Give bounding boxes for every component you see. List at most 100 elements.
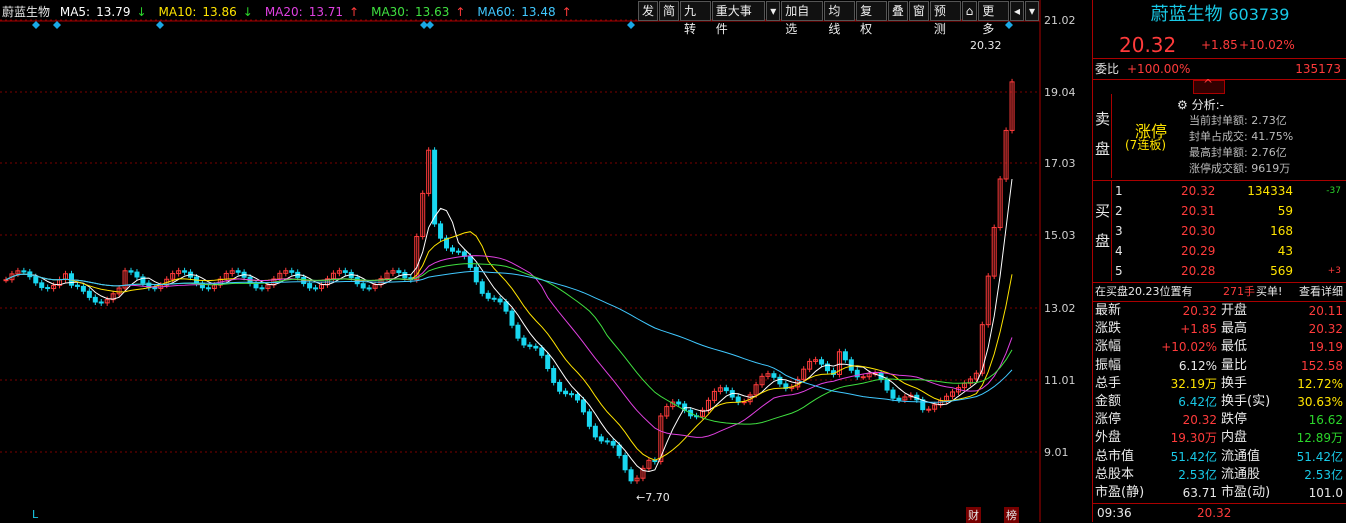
y-axis-label: 11.01 — [1044, 374, 1076, 387]
candle — [438, 223, 444, 239]
y-axis-label: 9.01 — [1044, 446, 1069, 459]
candle — [98, 301, 104, 304]
tick-price: 20.32 — [1197, 506, 1232, 520]
kline-svg[interactable] — [0, 0, 1092, 522]
candle — [80, 285, 86, 292]
candle — [616, 444, 622, 456]
candle — [182, 270, 188, 273]
candle — [884, 379, 890, 391]
gear-icon: ⚙ — [1177, 98, 1188, 112]
candle — [253, 282, 259, 289]
candle — [235, 270, 241, 273]
toolbar-button[interactable]: 简 — [659, 1, 680, 21]
candle — [33, 276, 39, 284]
tick-row: 09:36 20.32 — [1093, 504, 1346, 522]
toolbar-button[interactable]: ◂ — [1009, 1, 1024, 21]
stat-row: 金额 6.42亿 换手(实) 30.63% — [1095, 394, 1343, 409]
candle — [592, 425, 598, 438]
candle — [503, 301, 509, 312]
arrow-up-icon: ↑ — [455, 5, 466, 19]
stock-code: 603739 — [1228, 5, 1290, 24]
ma-legend-item: MA5: 13.79 ↓ — [59, 5, 147, 19]
candle — [860, 376, 866, 379]
stat-row: 总股本 2.53亿 流通股 2.53亿 — [1095, 466, 1343, 482]
stat-row: 振幅 6.12% 量比 152.58 — [1095, 357, 1343, 373]
event-marker-icon[interactable] — [627, 21, 635, 29]
event-marker-icon[interactable] — [156, 21, 164, 29]
view-details-link[interactable]: 查看详细 — [1299, 283, 1343, 301]
candle — [527, 344, 533, 347]
toolbar-button[interactable]: 窗 — [908, 1, 929, 21]
candle — [604, 440, 610, 443]
toolbar-button[interactable]: 重大事件 — [711, 1, 766, 36]
toolbar-button[interactable]: ▾ — [1024, 1, 1039, 21]
candle — [205, 287, 211, 290]
candle — [515, 324, 521, 339]
candle — [723, 387, 729, 392]
event-marker-icon[interactable] — [426, 21, 434, 29]
finance-tag[interactable]: 财 — [966, 507, 981, 523]
candle — [890, 389, 896, 399]
candle — [152, 287, 158, 290]
toolbar-button[interactable]: ▾ — [766, 1, 781, 21]
candle — [92, 296, 98, 303]
candle — [920, 399, 926, 411]
candle — [598, 436, 604, 442]
candle — [45, 287, 51, 290]
buy-level-row[interactable]: 3 20.30 168 — [1093, 222, 1346, 240]
analysis-title: ⚙ 分析:- — [1177, 98, 1224, 112]
stat-row: 总手 32.19万 换手 12.72% — [1095, 375, 1343, 391]
toolbar-button[interactable]: 九转 — [680, 1, 711, 36]
collapse-toggle[interactable]: ^ — [1193, 77, 1225, 94]
candle — [259, 287, 265, 290]
buy-level-row[interactable]: 4 20.29 43 — [1093, 242, 1346, 260]
candle — [574, 394, 580, 401]
toolbar-button[interactable]: 均线 — [824, 1, 856, 36]
toolbar-button[interactable]: 复权 — [856, 1, 887, 36]
tick-time: 09:36 — [1097, 506, 1132, 520]
candle — [491, 297, 497, 300]
weibi-row: 委比 +100.00% 135173 — [1093, 60, 1346, 78]
buy-level-row[interactable]: 5 20.28 569 +3 — [1093, 262, 1346, 280]
toolbar-button[interactable]: 发 — [638, 1, 659, 21]
candle — [676, 401, 682, 405]
candle — [842, 351, 848, 361]
candle — [39, 282, 45, 289]
event-marker-icon[interactable] — [32, 21, 40, 29]
candle — [551, 368, 557, 383]
buy-level-row[interactable]: 1 20.32 134334 -37 — [1093, 182, 1346, 200]
stat-row: 总市值 51.42亿 流通值 51.42亿 — [1095, 448, 1343, 464]
candle — [497, 298, 503, 303]
event-marker-icon[interactable] — [53, 21, 61, 29]
toolbar-button[interactable]: 更多 — [978, 1, 1009, 36]
buy-level-row[interactable]: 2 20.31 59 — [1093, 202, 1346, 220]
limit-up-streak: (7连板) — [1125, 138, 1166, 152]
ranking-tag[interactable]: 榜 — [1004, 507, 1019, 523]
quote-panel: 蔚蓝生物 603739 20.32 +1.85 +10.02% 委比 +100.… — [1092, 0, 1346, 522]
candle — [449, 247, 455, 252]
chevron-up-icon: ^ — [1203, 77, 1214, 91]
price-change: +1.85 — [1201, 38, 1238, 52]
ma-legend-item: MA30: 13.63 ↑ — [371, 5, 466, 19]
candle — [926, 408, 932, 411]
toolbar-button[interactable]: ⌂ — [961, 1, 978, 21]
candle — [485, 292, 491, 299]
low-arrow-icon: ← — [636, 491, 646, 504]
candle — [610, 441, 616, 446]
event-marker-icon[interactable] — [1005, 21, 1013, 29]
weibi-diff: 135173 — [1295, 62, 1341, 76]
y-axis-label: 13.02 — [1044, 302, 1076, 315]
candle — [580, 399, 586, 413]
candle — [569, 393, 575, 396]
stat-row: 市盈(静) 63.71 市盈(动) 101.0 — [1095, 485, 1343, 500]
candle — [622, 454, 628, 471]
limit-analysis-line: 当前封单额: 2.73亿 — [1189, 114, 1287, 127]
limit-analysis-line: 封单占成交: 41.75% — [1189, 130, 1294, 143]
toolbar-button[interactable]: 预测 — [929, 1, 961, 36]
kline-chart[interactable]: 蔚蓝生物 MA5: 13.79 ↓ MA10: 13.86 ↓ MA20: 13.71 ↑ MA3… — [0, 0, 1076, 523]
candle — [735, 396, 741, 403]
toolbar-button[interactable]: 叠 — [887, 1, 908, 21]
ma-legend-item: MA20: 13.71 ↑ — [264, 5, 360, 19]
toolbar-button[interactable]: 加自选 — [781, 1, 824, 36]
candle — [396, 270, 402, 274]
